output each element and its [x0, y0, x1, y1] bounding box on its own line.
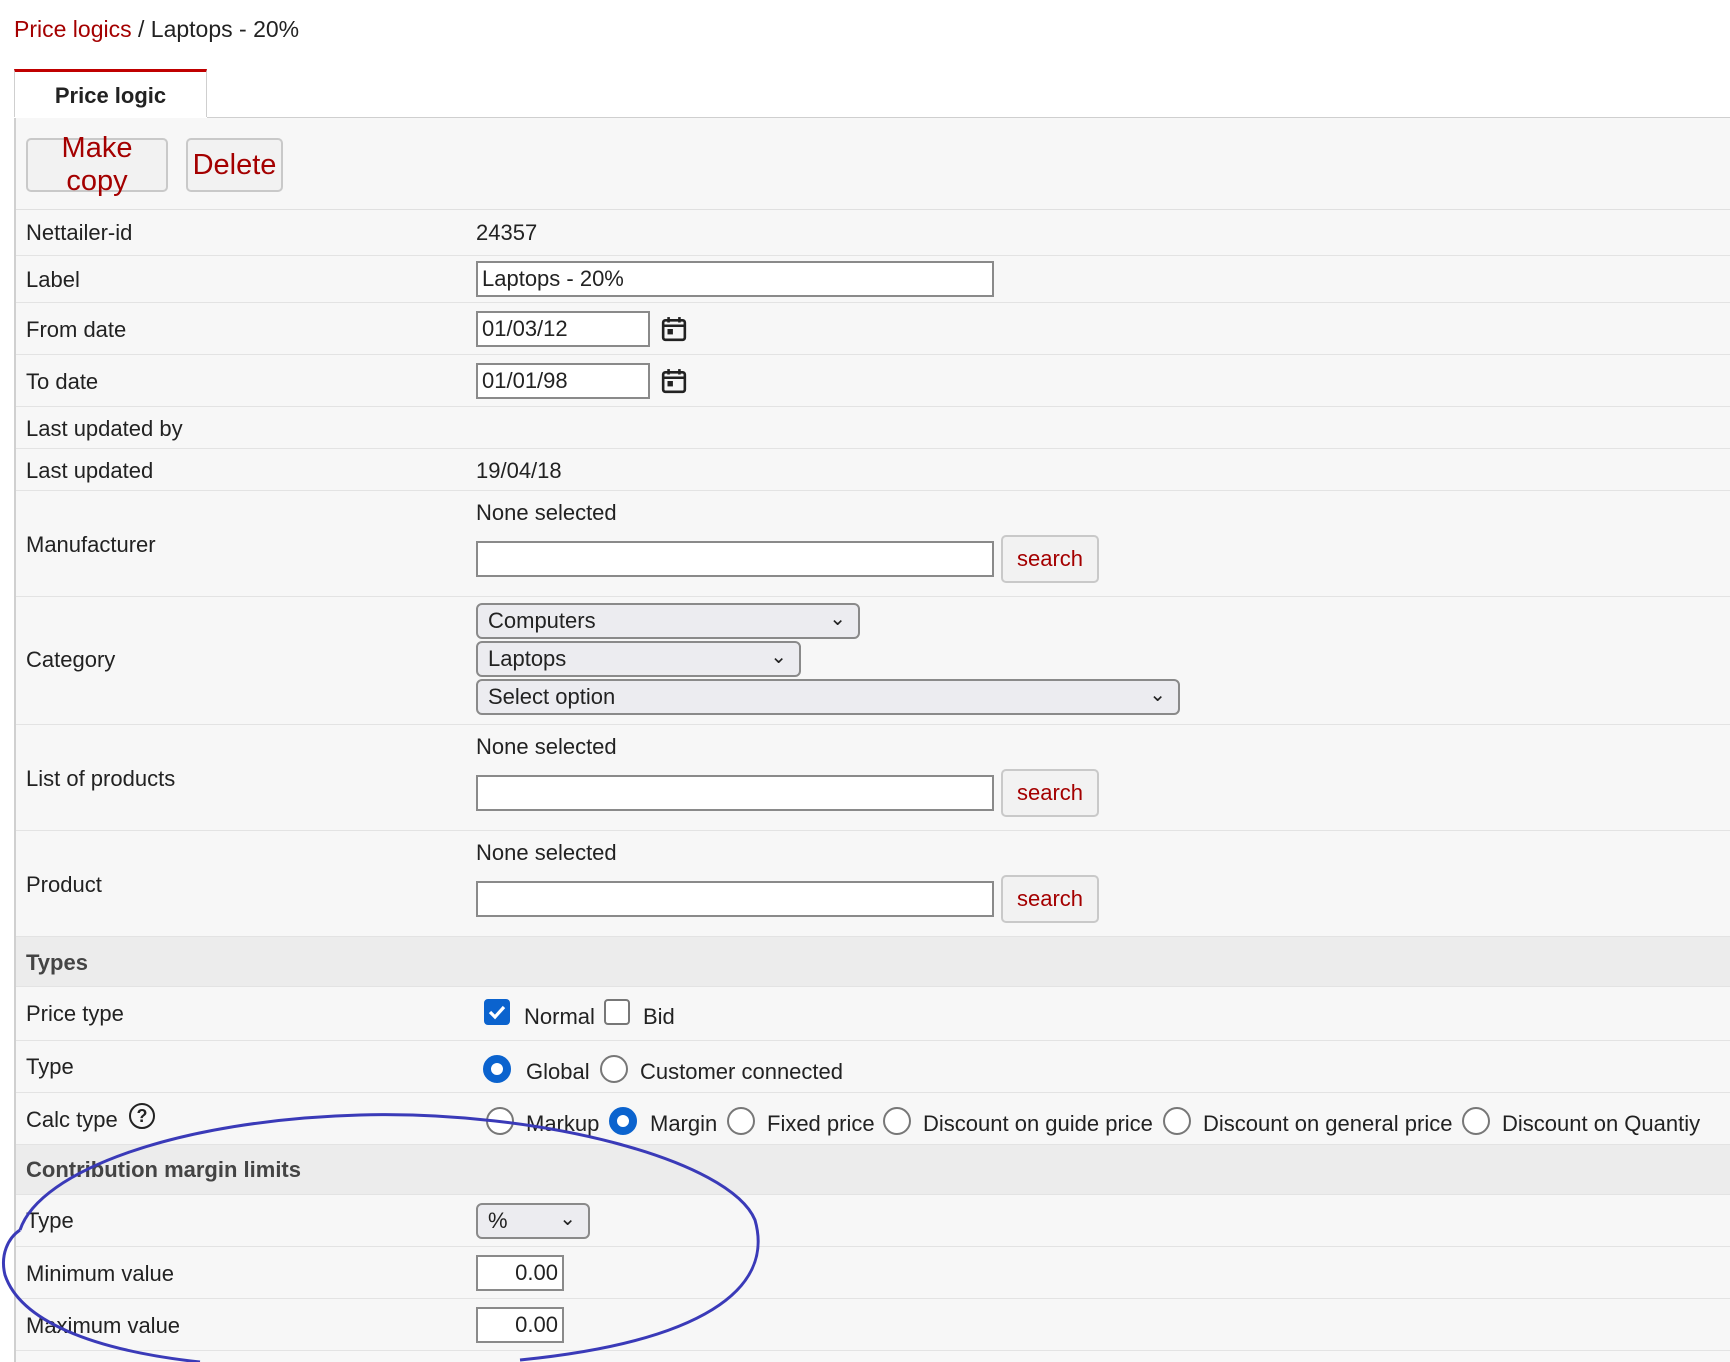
nettailer-id-label: Nettailer-id [26, 220, 133, 245]
discount-quantity-radio[interactable] [1462, 1107, 1490, 1135]
calendar-icon[interactable] [661, 368, 687, 394]
manufacturer-search-button[interactable]: search [1001, 535, 1099, 583]
breadcrumb-separator: / [131, 16, 151, 42]
last-updated-by-label: Last updated by [26, 416, 183, 441]
row-calc-type: Calc type ? Markup Margin Fixed price Di… [16, 1093, 1730, 1145]
row-label: Label Laptops - 20% [16, 256, 1730, 303]
breadcrumb-current: Laptops - 20% [150, 16, 300, 42]
row-manufacturer: Manufacturer None selected search [16, 491, 1730, 597]
margin-option-label: Margin [650, 1111, 718, 1136]
markup-option-label: Markup [526, 1111, 600, 1136]
maximum-value-label: Maximum value [26, 1313, 181, 1338]
category-level3-value: Select option [488, 684, 616, 709]
toolbar: Make copy Delete [16, 118, 1730, 210]
category-level1-select[interactable]: Computers ⌄ [476, 603, 860, 639]
question-circle-icon[interactable]: ? [129, 1103, 155, 1129]
price-type-label: Price type [26, 1001, 124, 1026]
category-label: Category [26, 647, 116, 672]
bid-option-label: Bid [643, 1004, 675, 1029]
row-category: Category Computers ⌄ Laptops ⌄ Select opti… [16, 597, 1730, 725]
calc-type-label: Calc type [26, 1107, 118, 1132]
discount-general-price-radio[interactable] [1163, 1107, 1191, 1135]
to-date-input[interactable]: 01/01/98 [476, 363, 650, 399]
customer-connected-option-label: Customer connected [640, 1059, 843, 1084]
fixed-price-option-label: Fixed price [767, 1111, 875, 1136]
product-label: Product [26, 872, 102, 897]
margin-type-label: Type [26, 1208, 74, 1233]
margin-radio[interactable] [609, 1107, 637, 1135]
row-to-date: To date 01/01/98 [16, 355, 1730, 407]
discount-general-price-option-label: Discount on general price [1203, 1111, 1453, 1136]
product-status: None selected [476, 840, 617, 865]
row-last-updated: Last updated 19/04/18 [16, 449, 1730, 491]
list-of-products-status: None selected [476, 734, 617, 759]
last-updated-label: Last updated [26, 458, 154, 483]
delete-button[interactable]: Delete [186, 138, 283, 192]
minimum-value-input[interactable]: 0.00 [476, 1255, 564, 1291]
from-date-input[interactable]: 01/03/12 [476, 311, 650, 347]
breadcrumb-link-price-logics[interactable]: Price logics [14, 16, 132, 42]
margin-type-select[interactable]: % ⌄ [476, 1203, 590, 1239]
tab-price-logic[interactable]: Price logic [14, 69, 207, 117]
last-updated-value: 19/04/18 [476, 458, 562, 483]
row-maximum-value: Maximum value 0.00 [16, 1299, 1730, 1351]
breadcrumb: Price logics / Laptops - 20% [14, 16, 299, 43]
row-price-type: Price type Normal Bid [16, 987, 1730, 1041]
label-input[interactable]: Laptops - 20% [476, 261, 994, 297]
type-label: Type [26, 1054, 74, 1079]
row-last-updated-by: Last updated by [16, 407, 1730, 449]
row-minimum-value: Minimum value 0.00 [16, 1247, 1730, 1299]
fixed-price-radio[interactable] [727, 1107, 755, 1135]
margin-type-value: % [488, 1208, 508, 1233]
to-date-label: To date [26, 369, 99, 394]
label-label: Label [26, 267, 80, 292]
price-logic-panel: Make copy Delete Nettailer-id 24357 Labe… [14, 118, 1730, 1362]
from-date-label: From date [26, 317, 127, 342]
row-product: Product None selected search [16, 831, 1730, 937]
row-nettailer-id: Nettailer-id 24357 [16, 210, 1730, 256]
manufacturer-status: None selected [476, 500, 617, 525]
list-of-products-search-input[interactable] [476, 775, 994, 811]
manufacturer-label: Manufacturer [26, 532, 156, 557]
margin-section-header: Contribution margin limits [16, 1145, 1730, 1195]
chevron-down-icon: ⌄ [770, 646, 787, 668]
discount-quantity-option-label: Discount on Quantiy [1502, 1111, 1701, 1136]
global-option-label: Global [526, 1059, 590, 1084]
category-level3-select[interactable]: Select option ⌄ [476, 679, 1180, 715]
category-level1-value: Computers [488, 608, 596, 633]
minimum-value-label: Minimum value [26, 1261, 174, 1286]
bid-checkbox[interactable] [604, 999, 630, 1025]
discount-guide-price-option-label: Discount on guide price [923, 1111, 1153, 1136]
product-search-input[interactable] [476, 881, 994, 917]
list-of-products-search-button[interactable]: search [1001, 769, 1099, 817]
row-list-of-products: List of products None selected search [16, 725, 1730, 831]
maximum-value-input[interactable]: 0.00 [476, 1307, 564, 1343]
discount-guide-price-radio[interactable] [883, 1107, 911, 1135]
normal-option-label: Normal [524, 1004, 595, 1029]
chevron-down-icon: ⌄ [1149, 684, 1166, 706]
margin-heading: Contribution margin limits [26, 1157, 301, 1182]
markup-radio[interactable] [486, 1107, 514, 1135]
calendar-icon[interactable] [661, 316, 687, 342]
manufacturer-search-input[interactable] [476, 541, 994, 577]
row-margin-type: Type % ⌄ [16, 1195, 1730, 1247]
row-type: Type Global Customer connected [16, 1041, 1730, 1093]
list-of-products-label: List of products [26, 766, 176, 791]
global-radio[interactable] [483, 1055, 511, 1083]
types-section-header: Types [16, 937, 1730, 987]
category-level2-value: Laptops [488, 646, 567, 671]
category-level2-select[interactable]: Laptops ⌄ [476, 641, 801, 677]
make-copy-button[interactable]: Make copy [26, 132, 168, 197]
product-search-button[interactable]: search [1001, 875, 1099, 923]
types-heading: Types [26, 950, 88, 975]
chevron-down-icon: ⌄ [559, 1208, 576, 1230]
nettailer-id-value: 24357 [476, 220, 538, 245]
normal-checkbox[interactable] [484, 999, 510, 1025]
customer-connected-radio[interactable] [600, 1055, 628, 1083]
chevron-down-icon: ⌄ [829, 608, 846, 630]
row-from-date: From date 01/03/12 [16, 303, 1730, 355]
